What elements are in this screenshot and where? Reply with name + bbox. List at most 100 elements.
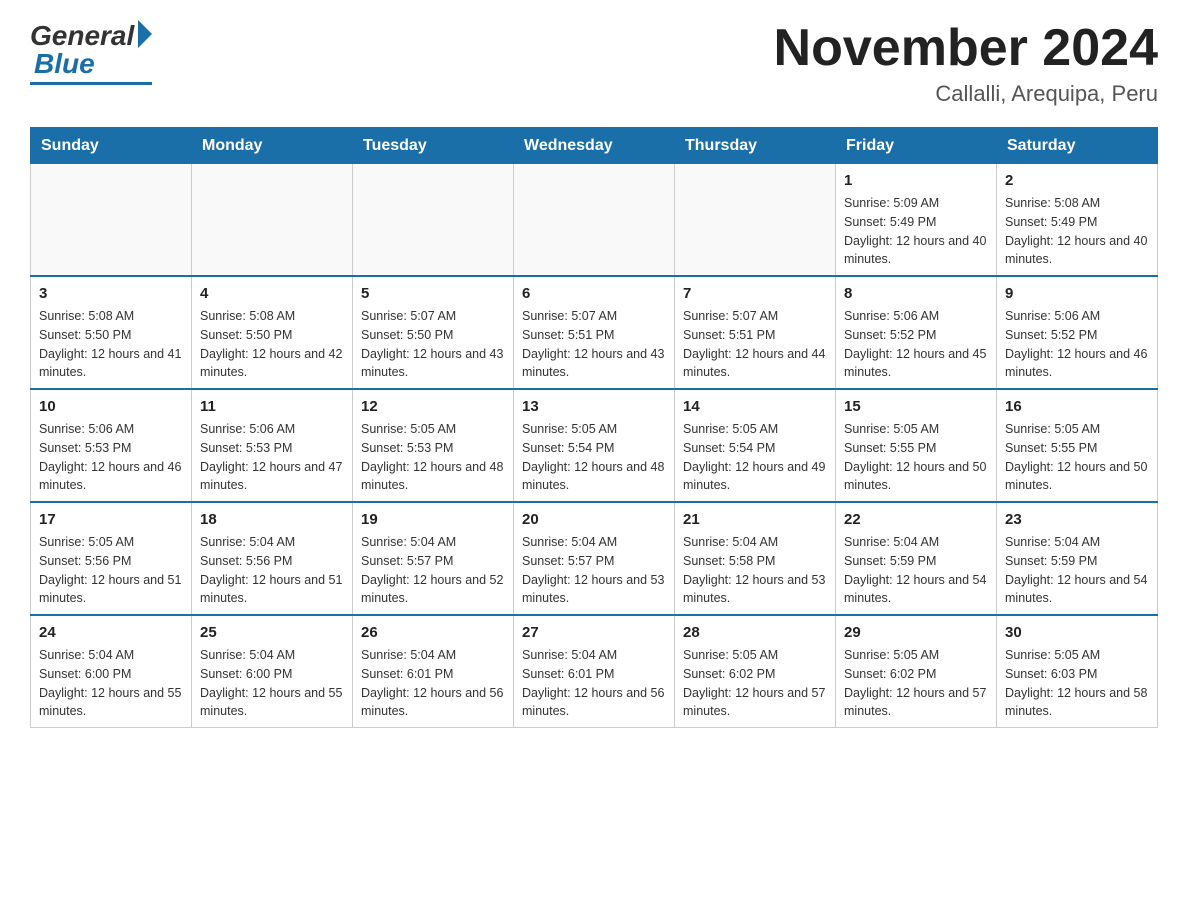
day-info: Sunrise: 5:04 AM Sunset: 5:56 PM Dayligh… xyxy=(200,533,344,608)
day-number: 14 xyxy=(683,396,827,417)
day-info: Sunrise: 5:09 AM Sunset: 5:49 PM Dayligh… xyxy=(844,194,988,269)
calendar-cell: 9Sunrise: 5:06 AM Sunset: 5:52 PM Daylig… xyxy=(997,276,1158,389)
location-subtitle: Callalli, Arequipa, Peru xyxy=(774,81,1158,107)
day-number: 28 xyxy=(683,622,827,643)
calendar-cell: 11 Sunrise: 5:06 AM Sunset: 5:53 PM Dayli… xyxy=(192,389,353,502)
day-number: 5 xyxy=(361,283,505,304)
day-number: 25 xyxy=(200,622,344,643)
logo-blue-text: Blue xyxy=(34,48,95,80)
calendar-cell: 1Sunrise: 5:09 AM Sunset: 5:49 PM Daylig… xyxy=(836,164,997,277)
calendar-header-sunday: Sunday xyxy=(31,128,192,164)
calendar-cell: 16 Sunrise: 5:05 AM Sunset: 5:55 PM Dayli… xyxy=(997,389,1158,502)
day-number: 7 xyxy=(683,283,827,304)
day-info: Sunrise: 5:08 AM Sunset: 5:49 PM Dayligh… xyxy=(1005,194,1149,269)
day-info: Sunrise: 5:04 AM Sunset: 6:00 PM Dayligh… xyxy=(39,646,183,721)
calendar-week-row: 1Sunrise: 5:09 AM Sunset: 5:49 PM Daylig… xyxy=(31,164,1158,277)
calendar-cell: 15 Sunrise: 5:05 AM Sunset: 5:55 PM Dayli… xyxy=(836,389,997,502)
day-info: Sunrise: 5:04 AM Sunset: 5:59 PM Dayligh… xyxy=(844,533,988,608)
day-number: 18 xyxy=(200,509,344,530)
calendar-cell: 13Sunrise: 5:05 AM Sunset: 5:54 PM Dayli… xyxy=(514,389,675,502)
day-info: Sunrise: 5:06 AM Sunset: 5:53 PM Dayligh… xyxy=(39,420,183,495)
day-info: Sunrise: 5:05 AM Sunset: 6:02 PM Dayligh… xyxy=(683,646,827,721)
calendar-cell: 28 Sunrise: 5:05 AM Sunset: 6:02 PM Dayli… xyxy=(675,615,836,728)
day-number: 23 xyxy=(1005,509,1149,530)
day-info: Sunrise: 5:04 AM Sunset: 6:01 PM Dayligh… xyxy=(361,646,505,721)
calendar-cell: 10 Sunrise: 5:06 AM Sunset: 5:53 PM Dayli… xyxy=(31,389,192,502)
calendar-week-row: 3 Sunrise: 5:08 AM Sunset: 5:50 PM Daylig… xyxy=(31,276,1158,389)
day-number: 11 xyxy=(200,396,344,417)
calendar-cell: 25 Sunrise: 5:04 AM Sunset: 6:00 PM Dayli… xyxy=(192,615,353,728)
calendar-cell: 21 Sunrise: 5:04 AM Sunset: 5:58 PM Dayli… xyxy=(675,502,836,615)
day-number: 27 xyxy=(522,622,666,643)
calendar-cell: 20 Sunrise: 5:04 AM Sunset: 5:57 PM Dayli… xyxy=(514,502,675,615)
day-number: 2 xyxy=(1005,170,1149,191)
day-info: Sunrise: 5:05 AM Sunset: 5:55 PM Dayligh… xyxy=(844,420,988,495)
calendar-cell: 23Sunrise: 5:04 AM Sunset: 5:59 PM Dayli… xyxy=(997,502,1158,615)
calendar-cell: 5Sunrise: 5:07 AM Sunset: 5:50 PM Daylig… xyxy=(353,276,514,389)
calendar-table: SundayMondayTuesdayWednesdayThursdayFrid… xyxy=(30,127,1158,728)
day-number: 8 xyxy=(844,283,988,304)
day-info: Sunrise: 5:04 AM Sunset: 6:01 PM Dayligh… xyxy=(522,646,666,721)
day-number: 19 xyxy=(361,509,505,530)
logo: General Blue xyxy=(30,20,152,85)
calendar-header-friday: Friday xyxy=(836,128,997,164)
day-info: Sunrise: 5:06 AM Sunset: 5:53 PM Dayligh… xyxy=(200,420,344,495)
day-info: Sunrise: 5:05 AM Sunset: 5:54 PM Dayligh… xyxy=(683,420,827,495)
day-number: 22 xyxy=(844,509,988,530)
calendar-cell: 30 Sunrise: 5:05 AM Sunset: 6:03 PM Dayli… xyxy=(997,615,1158,728)
day-info: Sunrise: 5:08 AM Sunset: 5:50 PM Dayligh… xyxy=(200,307,344,382)
day-number: 17 xyxy=(39,509,183,530)
day-number: 30 xyxy=(1005,622,1149,643)
calendar-cell: 17 Sunrise: 5:05 AM Sunset: 5:56 PM Dayli… xyxy=(31,502,192,615)
calendar-cell: 12 Sunrise: 5:05 AM Sunset: 5:53 PM Dayli… xyxy=(353,389,514,502)
calendar-header-monday: Monday xyxy=(192,128,353,164)
calendar-cell: 6Sunrise: 5:07 AM Sunset: 5:51 PM Daylig… xyxy=(514,276,675,389)
day-number: 20 xyxy=(522,509,666,530)
day-info: Sunrise: 5:04 AM Sunset: 6:00 PM Dayligh… xyxy=(200,646,344,721)
day-number: 24 xyxy=(39,622,183,643)
day-number: 15 xyxy=(844,396,988,417)
calendar-week-row: 17 Sunrise: 5:05 AM Sunset: 5:56 PM Dayli… xyxy=(31,502,1158,615)
calendar-header-wednesday: Wednesday xyxy=(514,128,675,164)
day-number: 13 xyxy=(522,396,666,417)
day-number: 3 xyxy=(39,283,183,304)
calendar-cell xyxy=(675,164,836,277)
day-info: Sunrise: 5:04 AM Sunset: 5:58 PM Dayligh… xyxy=(683,533,827,608)
day-number: 10 xyxy=(39,396,183,417)
day-info: Sunrise: 5:07 AM Sunset: 5:51 PM Dayligh… xyxy=(522,307,666,382)
day-info: Sunrise: 5:04 AM Sunset: 5:57 PM Dayligh… xyxy=(361,533,505,608)
calendar-header-tuesday: Tuesday xyxy=(353,128,514,164)
page-header: General Blue November 2024 Callalli, Are… xyxy=(30,20,1158,107)
logo-arrow-icon xyxy=(138,20,152,48)
day-info: Sunrise: 5:06 AM Sunset: 5:52 PM Dayligh… xyxy=(1005,307,1149,382)
calendar-cell: 24 Sunrise: 5:04 AM Sunset: 6:00 PM Dayli… xyxy=(31,615,192,728)
day-info: Sunrise: 5:08 AM Sunset: 5:50 PM Dayligh… xyxy=(39,307,183,382)
day-info: Sunrise: 5:05 AM Sunset: 6:03 PM Dayligh… xyxy=(1005,646,1149,721)
calendar-cell: 27 Sunrise: 5:04 AM Sunset: 6:01 PM Dayli… xyxy=(514,615,675,728)
title-section: November 2024 Callalli, Arequipa, Peru xyxy=(774,20,1158,107)
day-number: 26 xyxy=(361,622,505,643)
calendar-header-saturday: Saturday xyxy=(997,128,1158,164)
day-info: Sunrise: 5:05 AM Sunset: 5:53 PM Dayligh… xyxy=(361,420,505,495)
calendar-cell: 14 Sunrise: 5:05 AM Sunset: 5:54 PM Dayli… xyxy=(675,389,836,502)
calendar-week-row: 10 Sunrise: 5:06 AM Sunset: 5:53 PM Dayli… xyxy=(31,389,1158,502)
day-number: 29 xyxy=(844,622,988,643)
day-info: Sunrise: 5:05 AM Sunset: 5:55 PM Dayligh… xyxy=(1005,420,1149,495)
day-info: Sunrise: 5:04 AM Sunset: 5:57 PM Dayligh… xyxy=(522,533,666,608)
calendar-cell xyxy=(31,164,192,277)
calendar-cell xyxy=(514,164,675,277)
logo-underline xyxy=(30,82,152,85)
day-number: 16 xyxy=(1005,396,1149,417)
calendar-cell: 2 Sunrise: 5:08 AM Sunset: 5:49 PM Daylig… xyxy=(997,164,1158,277)
calendar-cell: 18 Sunrise: 5:04 AM Sunset: 5:56 PM Dayli… xyxy=(192,502,353,615)
day-number: 21 xyxy=(683,509,827,530)
calendar-cell: 4 Sunrise: 5:08 AM Sunset: 5:50 PM Daylig… xyxy=(192,276,353,389)
calendar-cell: 22 Sunrise: 5:04 AM Sunset: 5:59 PM Dayli… xyxy=(836,502,997,615)
calendar-cell: 26 Sunrise: 5:04 AM Sunset: 6:01 PM Dayli… xyxy=(353,615,514,728)
calendar-header-row: SundayMondayTuesdayWednesdayThursdayFrid… xyxy=(31,128,1158,164)
calendar-cell xyxy=(353,164,514,277)
day-info: Sunrise: 5:05 AM Sunset: 5:56 PM Dayligh… xyxy=(39,533,183,608)
calendar-cell: 29Sunrise: 5:05 AM Sunset: 6:02 PM Dayli… xyxy=(836,615,997,728)
day-number: 4 xyxy=(200,283,344,304)
day-number: 12 xyxy=(361,396,505,417)
